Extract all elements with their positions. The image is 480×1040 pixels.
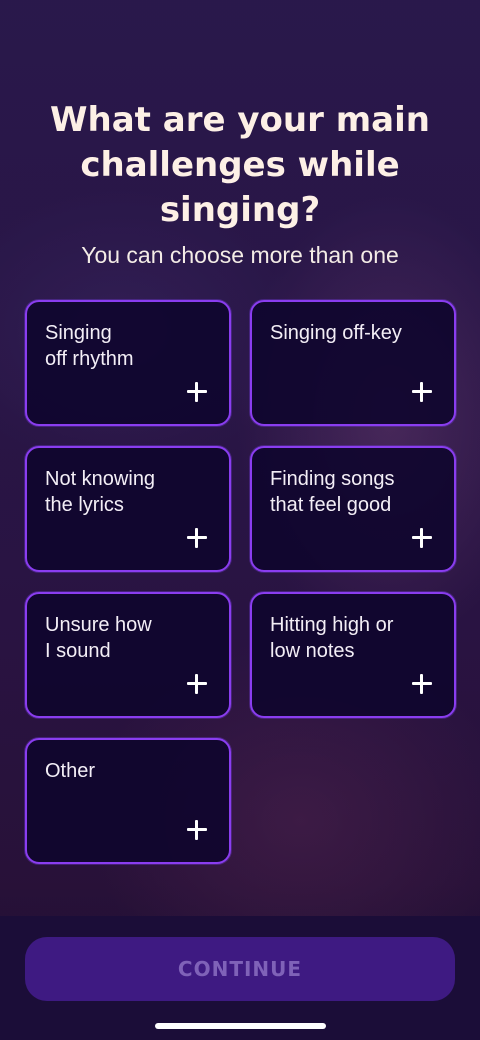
plus-icon [412, 382, 432, 402]
option-label: Unsure how I sound [45, 614, 152, 662]
option-card-not-knowing-lyrics[interactable]: Not knowing the lyrics [25, 446, 231, 572]
plus-icon [187, 382, 207, 402]
plus-icon [412, 674, 432, 694]
option-label: Finding songs that feel good [270, 468, 395, 516]
option-card-singing-off-rhythm[interactable]: Singing off rhythm [25, 300, 231, 426]
continue-button[interactable]: CONTINUE [25, 937, 455, 1001]
option-label: Not knowing the lyrics [45, 468, 156, 516]
option-label: Singing off-key [270, 322, 402, 344]
home-indicator[interactable] [155, 1023, 326, 1029]
plus-icon [187, 820, 207, 840]
option-label: Other [45, 760, 96, 782]
plus-icon [187, 528, 207, 548]
option-card-singing-off-key[interactable]: Singing off-key [250, 300, 456, 426]
option-card-unsure-how-i-sound[interactable]: Unsure how I sound [25, 592, 231, 718]
option-label: Hitting high or low notes [270, 614, 394, 662]
option-card-finding-songs[interactable]: Finding songs that feel good [250, 446, 456, 572]
option-card-hitting-high-low-notes[interactable]: Hitting high or low notes [250, 592, 456, 718]
option-label: Singing off rhythm [45, 322, 134, 370]
plus-icon [187, 674, 207, 694]
plus-icon [412, 528, 432, 548]
option-card-other[interactable]: Other [25, 738, 231, 864]
page-title: What are your main challenges while sing… [50, 100, 430, 230]
page-subtitle: You can choose more than one [81, 242, 399, 268]
